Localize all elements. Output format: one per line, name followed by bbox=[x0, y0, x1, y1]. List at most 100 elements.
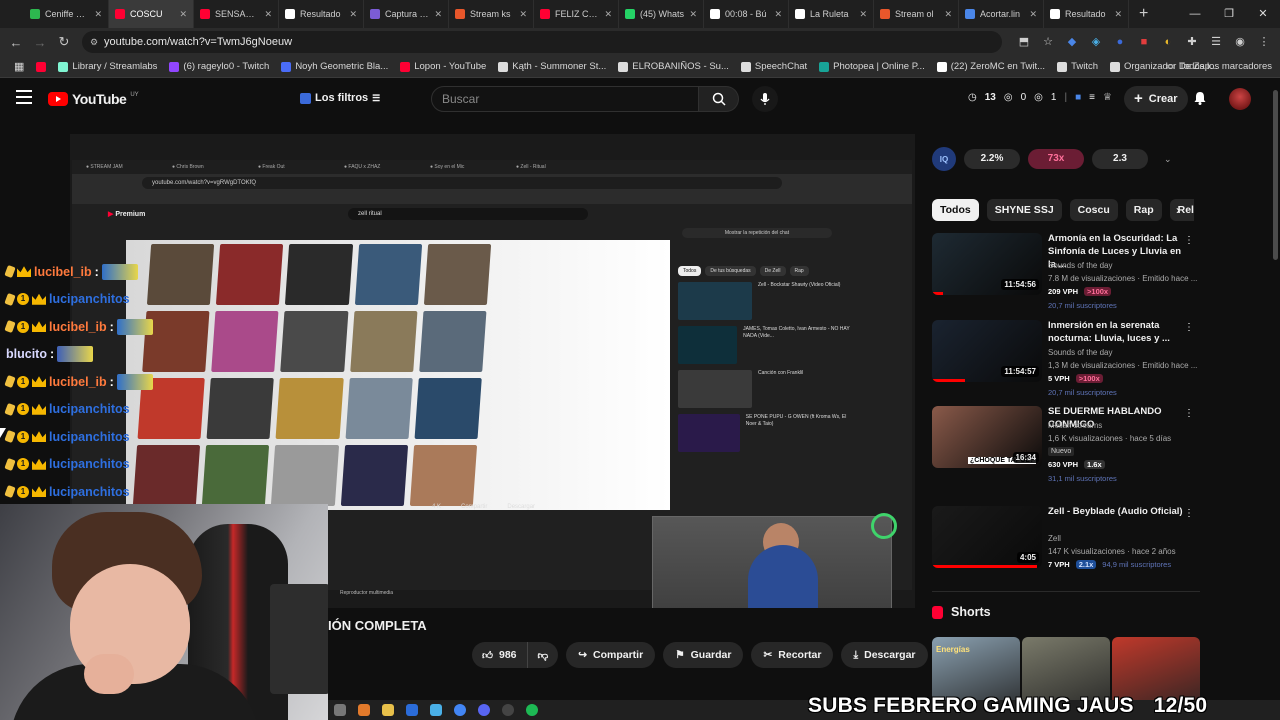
tab-close-icon[interactable]: ✕ bbox=[689, 9, 697, 20]
create-button[interactable]: + Crear bbox=[1124, 86, 1188, 112]
extension-icon[interactable]: ◐ bbox=[1160, 34, 1176, 50]
recommendation-card[interactable]: 11:54:56 Armonía en la Oscuridad: La Sinf… bbox=[932, 233, 1200, 313]
hamburger-menu-icon[interactable] bbox=[16, 90, 32, 104]
taskbar-chrome-icon[interactable] bbox=[454, 704, 466, 716]
site-info-icon[interactable]: ⚙ bbox=[90, 37, 98, 48]
browser-tab[interactable]: Acortar.lin ✕ bbox=[959, 0, 1044, 28]
dislike-button[interactable]: 👎︎ bbox=[528, 642, 559, 668]
reload-icon[interactable]: ↻ bbox=[52, 34, 76, 50]
restore-icon[interactable]: ❐ bbox=[1212, 0, 1246, 28]
kebab-menu-icon[interactable]: ⋮ bbox=[1184, 322, 1194, 333]
browser-tab[interactable]: Ceniffe Stre ✕ bbox=[24, 0, 109, 28]
browser-tab[interactable]: SENSACIÓ ✕ bbox=[194, 0, 279, 28]
new-tab-icon[interactable]: + bbox=[1139, 5, 1148, 23]
clip-button[interactable]: ✂ Recortar bbox=[751, 642, 834, 668]
tab-close-icon[interactable]: ✕ bbox=[94, 9, 102, 20]
tab-close-icon[interactable]: ✕ bbox=[859, 9, 867, 20]
bookmark-item[interactable]: Library / Streamlabs bbox=[52, 61, 163, 72]
bookmark-item[interactable]: Lopon - YouTube bbox=[394, 61, 492, 72]
tab-search-icon[interactable]: ☰ bbox=[1208, 34, 1224, 50]
tab-close-icon[interactable]: ✕ bbox=[434, 9, 442, 20]
browser-tab[interactable]: COSCU ✕ bbox=[109, 0, 194, 28]
browser-tab[interactable]: Stream ol ✕ bbox=[874, 0, 959, 28]
browser-tab[interactable]: Captura de ✕ bbox=[364, 0, 449, 28]
ext-blue-icon[interactable]: ■ bbox=[1075, 92, 1081, 103]
tab-close-icon[interactable]: ✕ bbox=[1029, 9, 1037, 20]
kebab-menu-icon[interactable]: ⋮ bbox=[1184, 508, 1194, 519]
apps-icon[interactable]: ▦ bbox=[8, 60, 30, 73]
download-button[interactable]: ⤓ Descargar bbox=[841, 642, 928, 668]
taskbar-app-icon[interactable] bbox=[334, 704, 346, 716]
bookmark-item[interactable]: (6) rageylo0 - Twitch bbox=[163, 61, 275, 72]
profile-icon[interactable]: ◉ bbox=[1232, 34, 1248, 50]
account-avatar[interactable] bbox=[1229, 88, 1251, 110]
rec-thumbnail[interactable]: 11:54:57 bbox=[932, 320, 1042, 382]
filter-chip[interactable]: Relac bbox=[1169, 199, 1194, 221]
bookmark-item[interactable]: Twitch bbox=[1051, 61, 1104, 72]
extension-icon[interactable]: ● bbox=[1112, 34, 1128, 50]
save-button[interactable]: ⚑ Guardar bbox=[663, 642, 744, 668]
taskbar-app-icon[interactable] bbox=[358, 704, 370, 716]
close-window-icon[interactable]: ✕ bbox=[1246, 0, 1280, 28]
notifications-bell-icon[interactable] bbox=[1192, 90, 1208, 106]
tab-close-icon[interactable]: ✕ bbox=[264, 9, 272, 20]
bookmark-item[interactable]: SpeechChat bbox=[735, 61, 813, 72]
bookmark-item[interactable]: Kąth - Summoner St... bbox=[492, 61, 612, 72]
extension-icon[interactable]: ■ bbox=[1136, 34, 1152, 50]
youtube-logo[interactable]: YouTube UY bbox=[48, 91, 139, 107]
puzzle-icon[interactable]: ✚ bbox=[1184, 34, 1200, 50]
taskbar-app-icon[interactable] bbox=[478, 704, 490, 716]
share-button[interactable]: ↪ Compartir bbox=[566, 642, 656, 668]
bookmark-item[interactable]: ELROBANIÑOS - Su... bbox=[612, 61, 735, 72]
taskbar-app-icon[interactable] bbox=[502, 704, 514, 716]
extension-icon[interactable]: ◆ bbox=[1064, 34, 1080, 50]
search-input[interactable]: Buscar bbox=[431, 86, 700, 112]
rec-thumbnail[interactable]: ¿CHOQUE TAPUL? 16:34 bbox=[932, 406, 1042, 468]
browser-tab[interactable]: La Ruleta ✕ bbox=[789, 0, 874, 28]
voice-search-button[interactable] bbox=[752, 86, 778, 112]
kebab-menu-icon[interactable]: ⋮ bbox=[1256, 34, 1272, 50]
taskbar-app-icon[interactable] bbox=[430, 704, 442, 716]
filter-chip[interactable]: Todos bbox=[932, 199, 979, 221]
kebab-menu-icon[interactable]: ⋮ bbox=[1184, 408, 1194, 419]
taskbar-app-icon[interactable] bbox=[406, 704, 418, 716]
bookmark-star-icon[interactable]: ☆ bbox=[1040, 34, 1056, 50]
url-field[interactable]: ⚙ youtube.com/watch?v=TwmJ6gNoeuw bbox=[82, 31, 1002, 53]
extension-logo-icon[interactable]: IQ bbox=[932, 147, 956, 171]
header-extension-stats[interactable]: ◷ 13 ◎ 0 ◎ 1 | ■ ≡ ♕ bbox=[968, 92, 1112, 103]
tab-close-icon[interactable]: ✕ bbox=[519, 9, 527, 20]
chevron-right-icon[interactable]: › bbox=[1176, 203, 1180, 217]
extension-icon[interactable]: ◈ bbox=[1088, 34, 1104, 50]
trophy-icon[interactable]: ♕ bbox=[1103, 92, 1112, 103]
browser-tab[interactable]: Resultado ✕ bbox=[1044, 0, 1129, 28]
rec-thumbnail[interactable]: 11:54:56 bbox=[932, 233, 1042, 295]
browser-tab[interactable]: FELIZ CUM ✕ bbox=[534, 0, 619, 28]
tab-close-icon[interactable]: ✕ bbox=[349, 9, 357, 20]
filter-chip[interactable]: SHYNE SSJ bbox=[986, 199, 1062, 221]
filter-chip[interactable]: Coscu bbox=[1069, 199, 1118, 221]
tab-close-icon[interactable]: ✕ bbox=[1114, 9, 1122, 20]
browser-tab[interactable]: 00:08 - Bú ✕ bbox=[704, 0, 789, 28]
all-bookmarks[interactable]: ▭ Todos los marcadores bbox=[1166, 61, 1272, 72]
like-button[interactable]: 👍︎ 986 bbox=[472, 642, 528, 668]
back-icon[interactable]: ← bbox=[4, 35, 28, 50]
rec-thumbnail[interactable]: 4:05 bbox=[932, 506, 1042, 568]
tab-close-icon[interactable]: ✕ bbox=[179, 9, 187, 20]
scroll-thumb[interactable] bbox=[1273, 90, 1278, 260]
taskbar-spotify-icon[interactable] bbox=[526, 704, 538, 716]
page-scrollbar[interactable] bbox=[1272, 80, 1280, 700]
bookmark-item[interactable]: (22) ZeroMC en Twit... bbox=[931, 61, 1051, 72]
bookmark-item[interactable]: Noyh Geometric Bla... bbox=[275, 61, 394, 72]
bookmark-item[interactable]: Photopea | Online P... bbox=[813, 61, 931, 72]
filter-chip[interactable]: Rap bbox=[1125, 199, 1162, 221]
minimize-icon[interactable]: — bbox=[1178, 0, 1212, 28]
tab-close-icon[interactable]: ✕ bbox=[604, 9, 612, 20]
tab-close-icon[interactable]: ✕ bbox=[944, 9, 952, 20]
chevron-down-icon[interactable]: ⌄ bbox=[1164, 154, 1172, 165]
search-button[interactable] bbox=[699, 86, 739, 112]
recommendation-card[interactable]: 4:05 Zell - Beyblade (Audio Oficial) Zell 1… bbox=[932, 506, 1200, 586]
kebab-menu-icon[interactable]: ⋮ bbox=[1184, 235, 1194, 246]
browser-tab[interactable]: Resultado ✕ bbox=[279, 0, 364, 28]
browser-tab[interactable]: (45) Whats ✕ bbox=[619, 0, 704, 28]
tab-close-icon[interactable]: ✕ bbox=[774, 9, 782, 20]
